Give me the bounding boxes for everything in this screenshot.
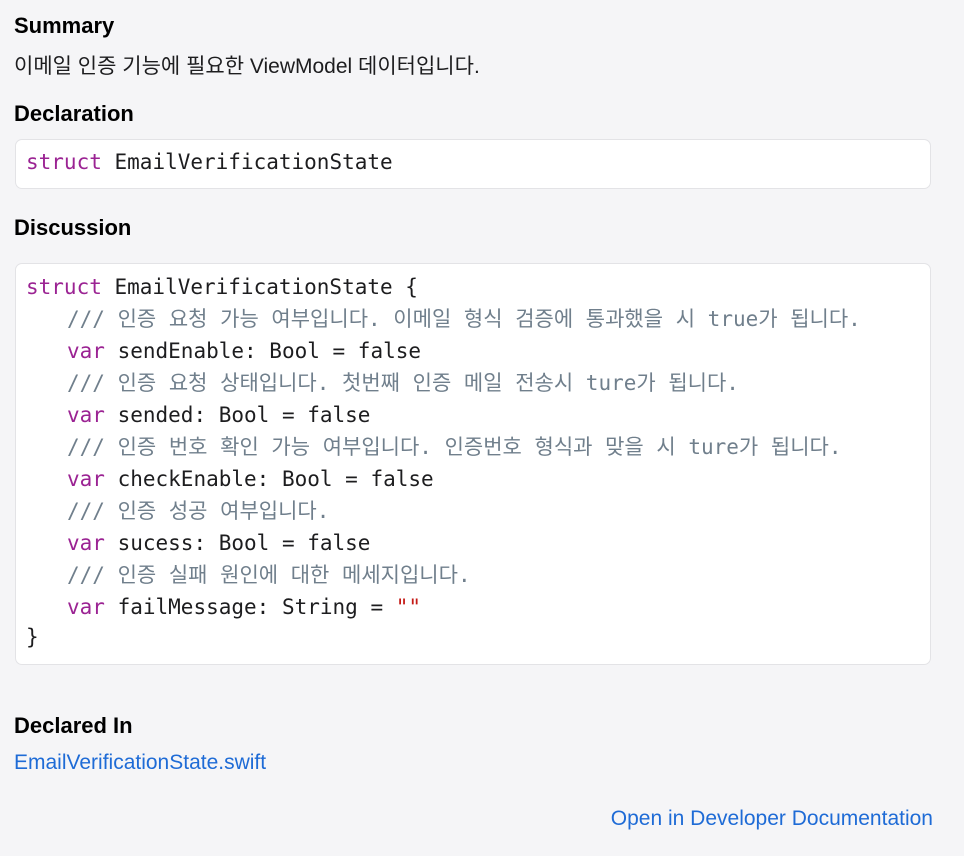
- discussion-code-block: struct EmailVerificationState { /// 인증 요…: [15, 263, 931, 665]
- declared-in-heading: Declared In: [14, 713, 133, 738]
- declaration-code-block: struct EmailVerificationState: [15, 139, 931, 189]
- code-comment: /// 인증 요청 가능 여부입니다. 이메일 형식 검증에 통과했을 시 tr…: [67, 307, 861, 331]
- var-keyword: var: [67, 339, 105, 363]
- var-keyword: var: [67, 403, 105, 427]
- var-keyword: var: [67, 595, 105, 619]
- code-line: var checkEnable: Bool = false: [26, 464, 434, 494]
- var-declaration: sucess: Bool = false: [104, 531, 371, 555]
- code-comment: /// 인증 요청 상태입니다. 첫번째 인증 메일 전송시 ture가 됩니다…: [67, 371, 739, 395]
- code-line: var sended: Bool = false: [26, 400, 370, 430]
- code-line: var failMessage: String = "": [26, 592, 421, 622]
- code-line: struct EmailVerificationState {: [26, 272, 418, 302]
- declaration-line: struct EmailVerificationState: [26, 150, 393, 174]
- struct-keyword: struct: [26, 275, 102, 299]
- code-comment: /// 인증 성공 여부입니다.: [67, 499, 330, 523]
- var-declaration: sended: Bool = false: [104, 403, 371, 427]
- code-comment: /// 인증 번호 확인 가능 여부입니다. 인증번호 형식과 맞을 시 tur…: [67, 435, 842, 459]
- declaration-heading: Declaration: [14, 101, 134, 126]
- summary-heading: Summary: [14, 13, 115, 38]
- struct-header: EmailVerificationState {: [101, 275, 418, 299]
- code-line: var sucess: Bool = false: [26, 528, 370, 558]
- source-file-link[interactable]: EmailVerificationState.swift: [14, 751, 266, 775]
- code-comment: /// 인증 실패 원인에 대한 메세지입니다.: [67, 563, 471, 587]
- struct-keyword: struct: [26, 150, 102, 174]
- summary-text: 이메일 인증 기능에 필요한 ViewModel 데이터입니다.: [14, 55, 480, 78]
- var-keyword: var: [67, 531, 105, 555]
- discussion-heading: Discussion: [14, 215, 132, 240]
- var-keyword: var: [67, 467, 105, 491]
- var-declaration: checkEnable: Bool = false: [104, 467, 434, 491]
- code-line: var sendEnable: Bool = false: [26, 336, 421, 366]
- open-developer-documentation-link[interactable]: Open in Developer Documentation: [611, 807, 933, 831]
- struct-name: EmailVerificationState: [114, 150, 393, 174]
- var-declaration: failMessage: String =: [104, 595, 396, 619]
- var-declaration: sendEnable: Bool = false: [104, 339, 422, 363]
- code-closing-brace: }: [26, 625, 39, 649]
- string-literal: "": [395, 595, 422, 619]
